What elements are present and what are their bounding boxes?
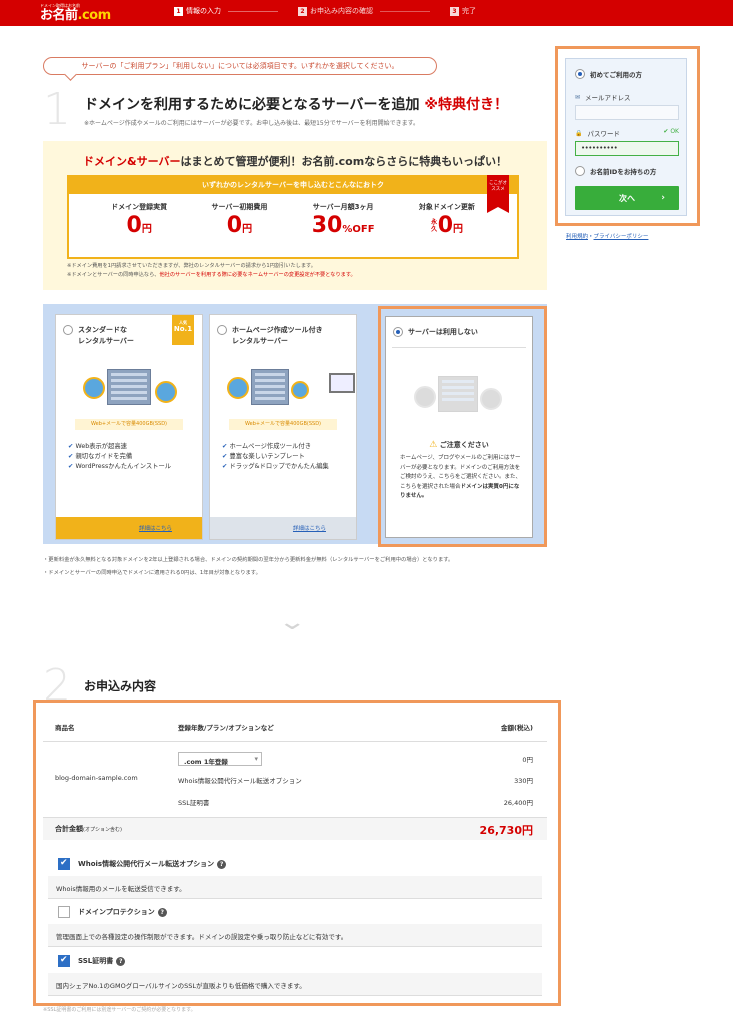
step-1: 1 情報の入力: [174, 6, 278, 16]
promo-item: サーバー初期費用 0円: [211, 202, 267, 244]
plan-feature-list: ホームページ作成ツール付き 豊富な楽しいテンプレート ドラッグ&ドロップでかんた…: [210, 430, 356, 472]
plan-title-text: ホームページ作成ツール付き レンタルサーバー: [232, 326, 323, 345]
foot-note: ・ドメインとサーバーの同時申込でドメインに適用される0円は、1年目が対象となりま…: [43, 570, 261, 576]
promo-benefits-box: いずれかのレンタルサーバーを申し込むとこんなにおトク ここがオススメ ドメイン登…: [67, 175, 519, 259]
login-links: 利用規約・プライバシーポリシー: [566, 232, 648, 240]
plan-feature: ホームページ作成ツール付き: [222, 442, 356, 452]
step-2: 2 お申込み内容の確認: [298, 6, 430, 16]
highlight-frame-no-server: [378, 306, 547, 547]
promo-item: ドメイン登録実質 0円: [111, 202, 167, 244]
monitor-icon: [329, 373, 355, 393]
globe-icon: [83, 377, 105, 399]
plan-feature: 豊富な楽しいテンプレート: [222, 452, 356, 462]
section1-subtitle: ※ホームページ作成やメールのご利用にはサーバーが必要です。お申し込み後は、最短1…: [84, 120, 420, 127]
chevron-down-icon: ⌄: [277, 610, 307, 635]
promo-item-value: 0円: [126, 213, 152, 238]
server-rack-icon: [251, 369, 289, 405]
step-number: 2: [298, 6, 307, 16]
recommend-ribbon: ここがオススメ: [487, 175, 509, 213]
server-illustration: [227, 363, 355, 415]
required-notice-bubble: サーバーの「ご利用プラン」「利用しない」については必須項目です。いずれかを選択し…: [43, 57, 437, 75]
server-illustration: [79, 363, 179, 415]
step-divider: [228, 10, 278, 12]
step-label: お申込み内容の確認: [310, 7, 373, 15]
plan-capacity-tag: Web+メールで容量400GB(SSD): [229, 419, 337, 430]
step-divider: [380, 10, 430, 12]
logo-wordmark: お名前.com: [40, 8, 111, 23]
promo-items: ドメイン登録実質 0円 サーバー初期費用 0円 サーバー月額3ヶ月 30%OFF…: [69, 194, 517, 244]
promo-item-label: サーバー初期費用: [211, 203, 268, 211]
terms-link[interactable]: 利用規約: [566, 234, 588, 240]
promo-item-value: 永久0円: [431, 213, 463, 238]
plan-title: スタンダードな レンタルサーバー 人気 No.1: [56, 315, 202, 353]
promo-item: 対象ドメイン更新 永久0円: [419, 202, 475, 244]
plan-card-homepage-tool[interactable]: ホームページ作成ツール付き レンタルサーバー Web+メールで容量400GB(S…: [209, 314, 357, 540]
server-rack-icon: [107, 369, 151, 405]
globe-icon: [227, 377, 249, 399]
top-header-bar: ドメイン取得はお名前 お名前.com 1 情報の入力 2 お申込み内容の確認 3…: [0, 0, 733, 26]
section-number-1: 1: [43, 84, 71, 135]
promo-item-value: 0円: [226, 213, 253, 238]
site-logo[interactable]: ドメイン取得はお名前 お名前.com: [40, 3, 111, 23]
plan-title: ホームページ作成ツール付き レンタルサーバー: [210, 315, 356, 353]
foot-note: ・更新料金が永久無料となる対象ドメインを2年以上登録される場合、ドメインの契約期…: [43, 557, 454, 563]
step-number: 1: [174, 6, 183, 16]
plan-feature: Web表示が超高速: [68, 442, 202, 452]
promo-box-title: いずれかのレンタルサーバーを申し込むとこんなにおトク: [69, 177, 517, 194]
promo-item-value: 30%OFF: [311, 213, 375, 238]
step-3: 3 完了: [450, 6, 476, 16]
mail-globe-icon: [291, 381, 309, 399]
section1-title: ドメインを利用するために必要となるサーバーを追加 ※特典付き！: [84, 97, 508, 113]
plan-foot-notes: ・更新料金が永久無料となる対象ドメインを2年以上登録される場合、ドメインの契約期…: [43, 556, 547, 578]
plan-feature-list: Web表示が超高速 親切なガイドを完備 WordPressかんたんインストール: [56, 430, 202, 472]
plan-details-link[interactable]: 詳細はこちら: [56, 517, 202, 539]
step-label: 完了: [462, 7, 476, 15]
promo-item-label: ドメイン登録実質: [111, 203, 168, 211]
plan-card-standard[interactable]: スタンダードな レンタルサーバー 人気 No.1 Web+メールで容量400GB(…: [55, 314, 203, 540]
privacy-link[interactable]: プライバシーポリシー: [594, 234, 649, 240]
section2-title: お申込み内容: [84, 679, 157, 693]
step-label: 情報の入力: [186, 7, 221, 15]
promo-panel: ドメイン&サーバーはまとめて管理が便利！お名前.comならさらに特典もいっぱい！…: [43, 141, 547, 290]
plan-title-text: スタンダードな レンタルサーバー: [78, 326, 134, 345]
highlight-frame-order: [33, 700, 561, 1006]
plan-feature: WordPressかんたんインストール: [68, 462, 202, 472]
promo-headline: ドメイン&サーバーはまとめて管理が便利！お名前.comならさらに特典もいっぱい！: [83, 155, 507, 168]
mail-globe-icon: [155, 381, 177, 403]
plan-feature: 親切なガイドを完備: [68, 452, 202, 462]
plan-feature: ドラッグ&ドロップでかんたん編集: [222, 462, 356, 472]
cut-off-note: ※SSL証明書のご利用には別途サーバーのご契約が必要となります。: [43, 1007, 196, 1013]
promo-note: ※ドメインとサーバーの同時申込なら、他社のサーバーを利用する際に必要なネームサー…: [67, 272, 356, 278]
plan-details-link[interactable]: 詳細はこちら: [210, 517, 356, 539]
promo-notes: ※ドメイン費用を1円請求させていただきますが、弊社のレンタルサーバーの請求から1…: [67, 262, 356, 280]
promo-item-label: 対象ドメイン更新: [418, 203, 475, 211]
plan-capacity-tag: Web+メールで容量400GB(SSD): [75, 419, 183, 430]
promo-note: ※ドメイン費用を1円請求させていただきますが、弊社のレンタルサーバーの請求から1…: [67, 263, 316, 269]
plan-radio[interactable]: [63, 325, 73, 335]
promo-item-label: サーバー月額3ヶ月: [312, 203, 374, 211]
progress-steps: 1 情報の入力 2 お申込み内容の確認 3 完了: [174, 6, 476, 16]
highlight-frame-login: [555, 46, 700, 226]
step-number: 3: [450, 6, 459, 16]
plan-radio[interactable]: [217, 325, 227, 335]
popular-no1-badge: 人気 No.1: [172, 315, 194, 345]
promo-item: サーバー月額3ヶ月 30%OFF: [312, 202, 375, 244]
